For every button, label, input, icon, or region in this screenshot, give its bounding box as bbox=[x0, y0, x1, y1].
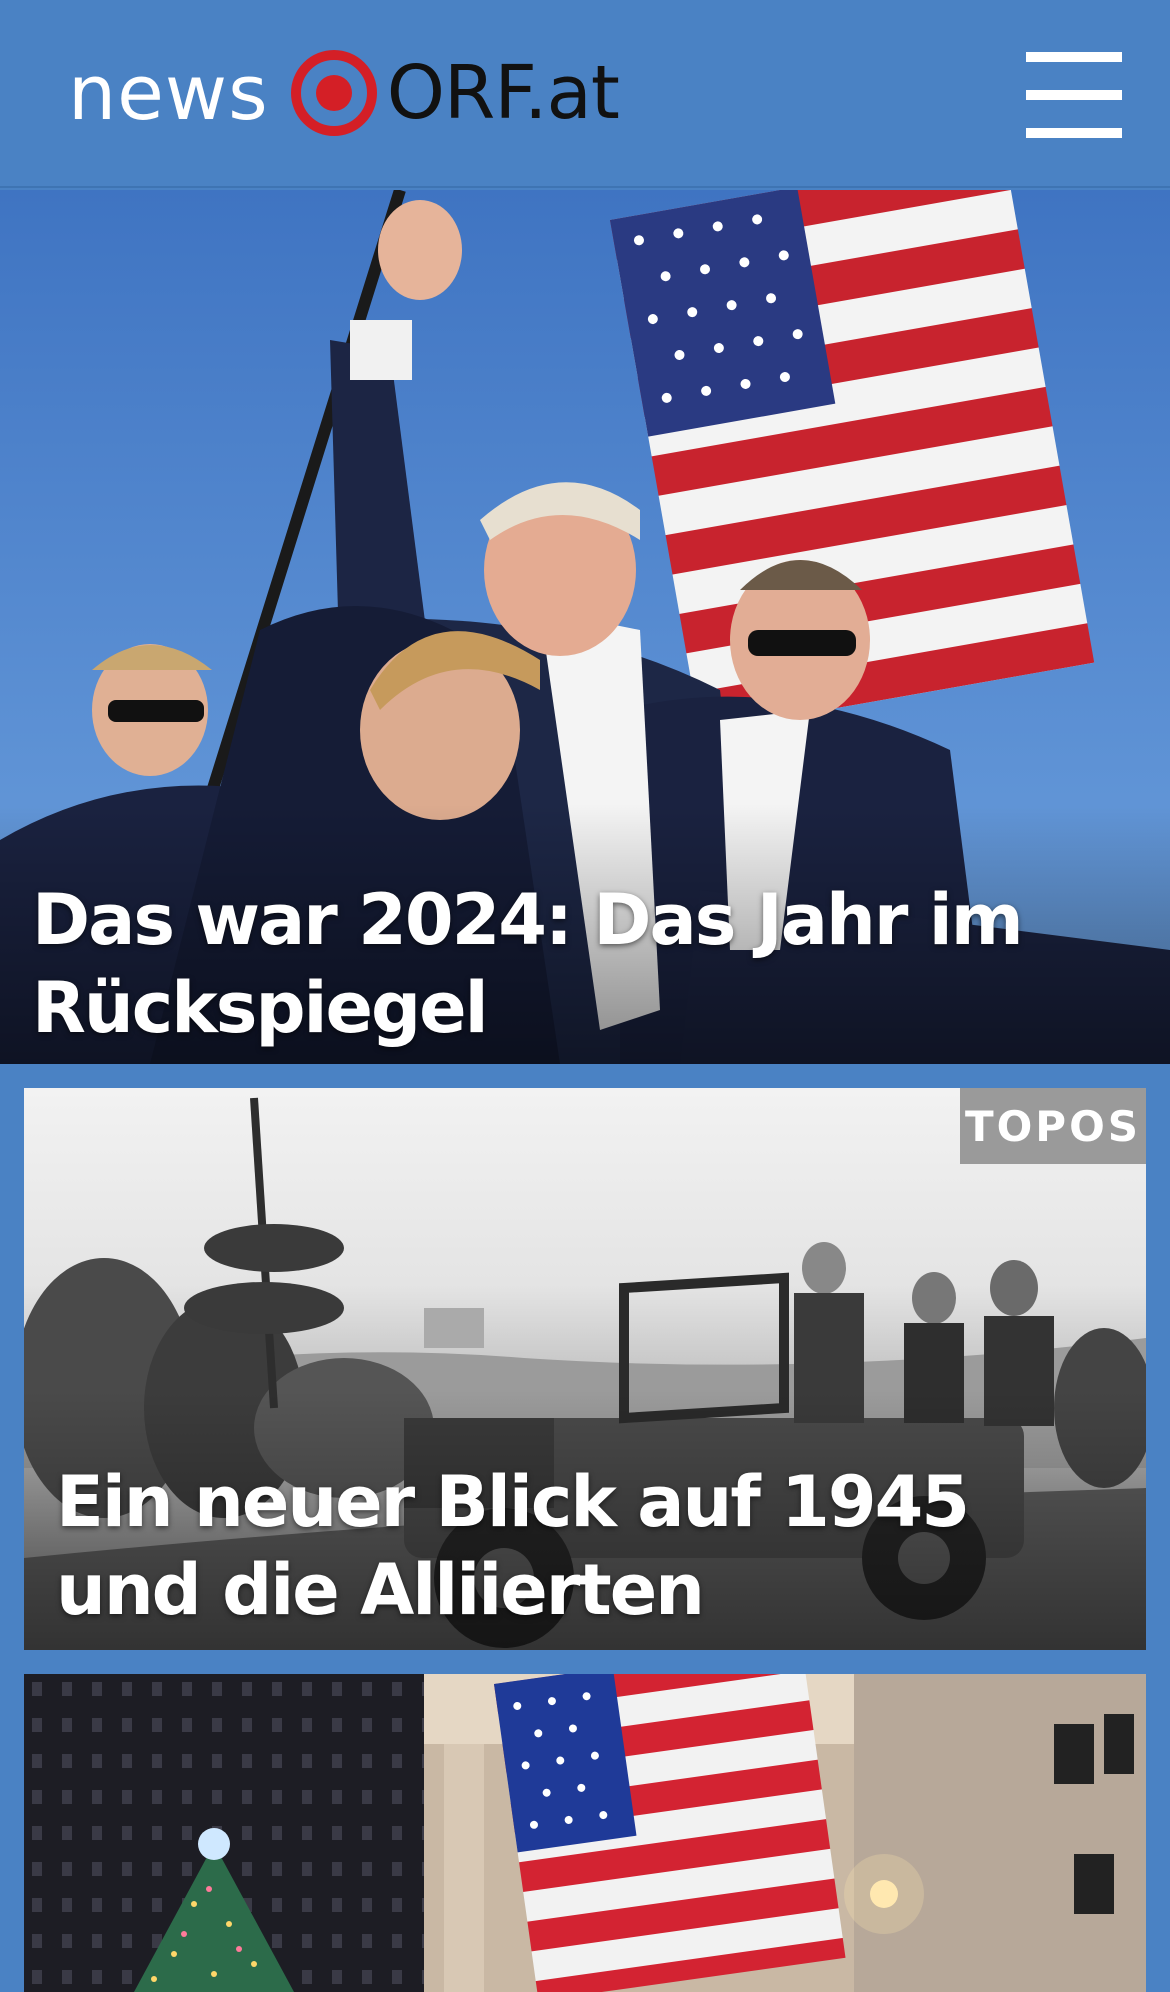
story-tile-1945-allies[interactable]: TOPOS Ein neuer Blick auf 1945 und die A… bbox=[24, 1088, 1146, 1650]
topos-badge: TOPOS bbox=[960, 1088, 1146, 1164]
logo-orf-text: ORF.at bbox=[386, 50, 620, 136]
story-headline[interactable]: Ein neuer Blick auf 1945 und die Alliier… bbox=[56, 1458, 1116, 1634]
logo-news-text: news bbox=[68, 48, 269, 137]
news-orf-logo[interactable]: news ORF.at bbox=[68, 48, 620, 138]
story-headline[interactable]: Das war 2024: Das Jahr im Rückspiegel bbox=[32, 876, 1032, 1052]
hamburger-menu-icon[interactable] bbox=[1026, 52, 1122, 138]
story-tile-year-review[interactable]: Das war 2024: Das Jahr im Rückspiegel bbox=[0, 190, 1170, 1064]
menu-bar bbox=[1026, 52, 1122, 62]
top-bar: news ORF.at bbox=[0, 0, 1170, 188]
orf-eye-logo-icon bbox=[290, 50, 377, 136]
story-photo-stock-exchange bbox=[24, 1674, 1146, 1992]
story-tile-wall-street[interactable] bbox=[24, 1674, 1146, 1992]
menu-bar bbox=[1026, 128, 1122, 138]
menu-bar bbox=[1026, 90, 1122, 100]
